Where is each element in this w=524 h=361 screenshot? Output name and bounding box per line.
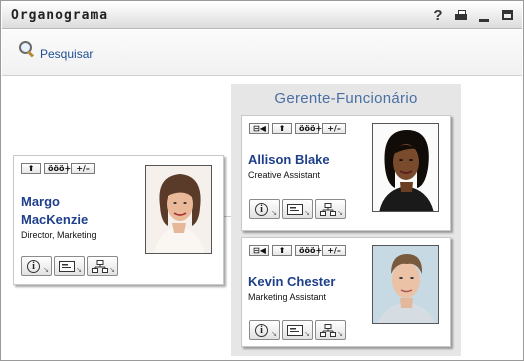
window-title: Organograma (11, 8, 109, 23)
go-up-button[interactable]: ⬆ (21, 163, 41, 174)
info-icon: i (255, 202, 268, 216)
org-chart-button[interactable]: ↘ (87, 256, 118, 276)
card-controls: ⬆ ööö+ +/– (21, 163, 95, 174)
person-card-allison: ⊟◀ ⬆ ööö+ +/– Allison Blake Creative Ass… (241, 115, 451, 231)
person-title: Creative Assistant (248, 170, 321, 180)
person-photo (145, 165, 212, 254)
expand-collapse-button[interactable]: +/– (322, 123, 346, 134)
person-name[interactable]: Allison Blake (248, 151, 330, 168)
go-up-button[interactable]: ⬆ (272, 245, 292, 256)
person-card-kevin: ⊟◀ ⬆ ööö+ +/– Kevin Chester Marketing As… (241, 237, 451, 347)
info-icon: i (27, 259, 40, 273)
vcard-button[interactable]: ↘ (282, 320, 313, 340)
card-actions: i ↘ ↘ ↘ (21, 256, 118, 276)
back-button[interactable]: ⊟◀ (249, 123, 269, 134)
maximize-icon[interactable] (500, 7, 514, 23)
search-link[interactable]: Pesquisar (19, 41, 93, 61)
person-title: Director, Marketing (21, 230, 97, 240)
vcard-icon (286, 324, 303, 336)
person-photo (372, 123, 439, 212)
search-icon (19, 41, 35, 57)
org-chart-button[interactable]: ↘ (315, 199, 346, 219)
card-actions: i ↘ ↘ ↘ (249, 320, 346, 340)
person-photo (372, 245, 439, 324)
search-label: Pesquisar (40, 47, 94, 61)
minimize-icon[interactable] (477, 7, 491, 23)
panel-title: Gerente-Funcionário (274, 90, 418, 107)
go-up-button[interactable]: ⬆ (272, 123, 292, 134)
vcard-button[interactable]: ↘ (54, 256, 85, 276)
org-chart-icon (91, 259, 108, 273)
org-chart-window: Organograma ? Pesquisar Gerente-Funcioná… (0, 0, 524, 361)
org-chart-icon (319, 202, 336, 216)
toolbar: Pesquisar (2, 30, 522, 76)
expand-collapse-button[interactable]: +/– (71, 163, 95, 174)
show-reports-button[interactable]: ööö+ (44, 163, 71, 174)
card-actions: i ↘ ↘ ↘ (249, 199, 346, 219)
person-name-line2[interactable]: MacKenzie (21, 211, 88, 228)
org-chart-button[interactable]: ↘ (315, 320, 346, 340)
title-bar: Organograma ? (2, 2, 522, 29)
expand-collapse-button[interactable]: +/– (322, 245, 346, 256)
print-icon[interactable] (454, 7, 468, 23)
help-icon[interactable]: ? (431, 7, 445, 24)
card-controls: ⊟◀ ⬆ ööö+ +/– (249, 123, 346, 134)
back-button[interactable]: ⊟◀ (249, 245, 269, 256)
info-icon: i (255, 323, 268, 337)
vcard-icon (58, 260, 75, 272)
vcard-button[interactable]: ↘ (282, 199, 313, 219)
person-name[interactable]: Kevin Chester (248, 273, 335, 290)
person-title: Marketing Assistant (248, 292, 327, 302)
vcard-icon (286, 203, 303, 215)
window-controls: ? (431, 7, 514, 24)
info-button[interactable]: i ↘ (249, 199, 280, 219)
person-name-line1[interactable]: Margo (21, 193, 60, 210)
info-button[interactable]: i ↘ (249, 320, 280, 340)
show-reports-button[interactable]: ööö+ (295, 245, 322, 256)
info-button[interactable]: i ↘ (21, 256, 52, 276)
org-chart-icon (319, 323, 336, 337)
person-card-margo: ⬆ ööö+ +/– Margo MacKenzie Director, Mar… (13, 155, 224, 285)
card-controls: ⊟◀ ⬆ ööö+ +/– (249, 245, 346, 256)
show-reports-button[interactable]: ööö+ (295, 123, 322, 134)
